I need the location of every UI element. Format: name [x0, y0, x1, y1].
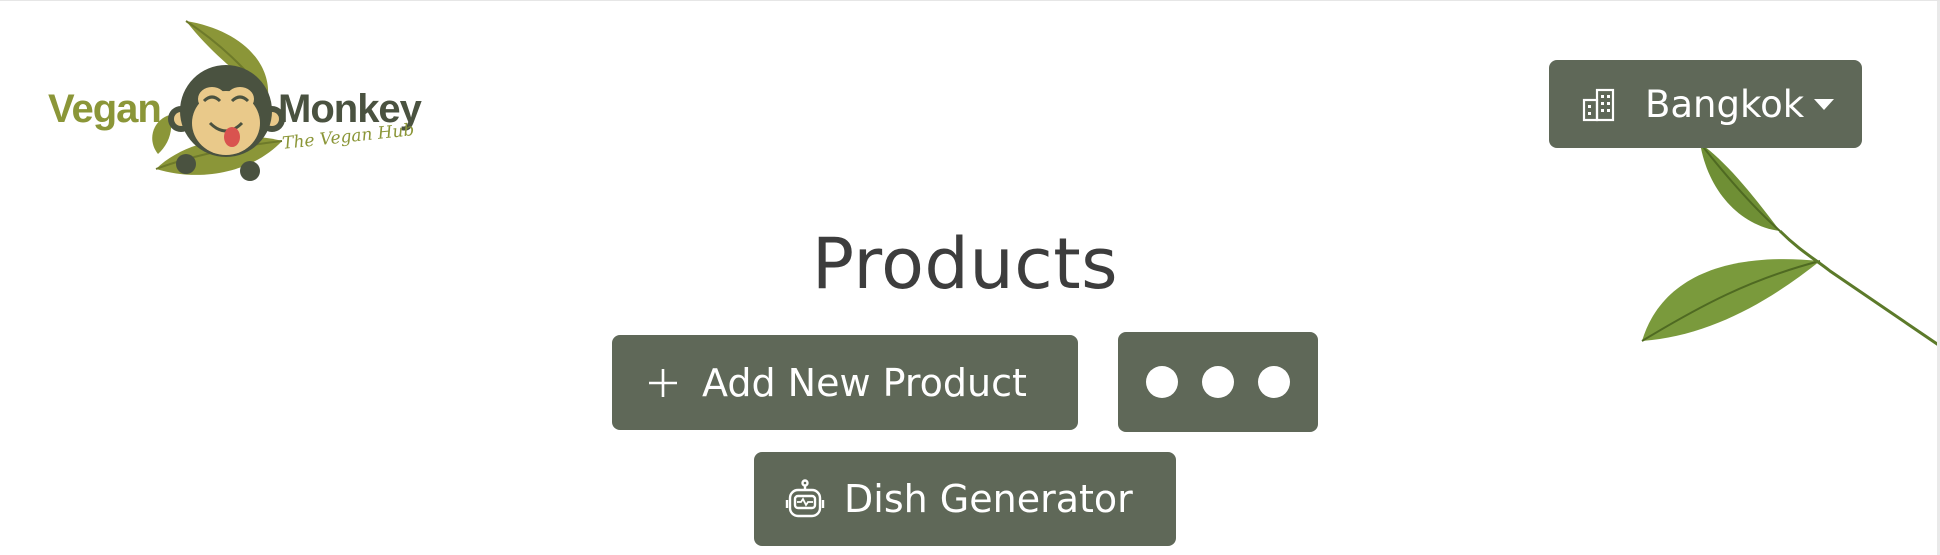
brand-logo[interactable]: Vegan Monkey The Vegan Hub — [46, 19, 426, 189]
more-options-button[interactable] — [1118, 332, 1318, 432]
robot-icon — [785, 479, 825, 518]
dot-icon — [1146, 366, 1178, 398]
dot-icon — [1202, 366, 1234, 398]
city-label: Bangkok — [1645, 82, 1805, 126]
logo-word-vegan: Vegan — [48, 87, 162, 131]
add-new-product-button[interactable]: Add New Product — [612, 335, 1078, 430]
building-icon — [1582, 88, 1615, 122]
dot-icon — [1258, 366, 1290, 398]
add-new-product-label: Add New Product — [702, 360, 1027, 405]
page: Vegan Monkey The Vegan Hub Bangkok Produ… — [0, 0, 1940, 555]
dish-generator-label: Dish Generator — [844, 477, 1133, 521]
caret-down-icon — [1814, 98, 1835, 110]
plus-icon — [649, 368, 677, 397]
dish-generator-button[interactable]: Dish Generator — [754, 452, 1176, 546]
city-dropdown-button[interactable]: Bangkok — [1549, 60, 1862, 148]
page-title: Products — [811, 223, 1119, 305]
